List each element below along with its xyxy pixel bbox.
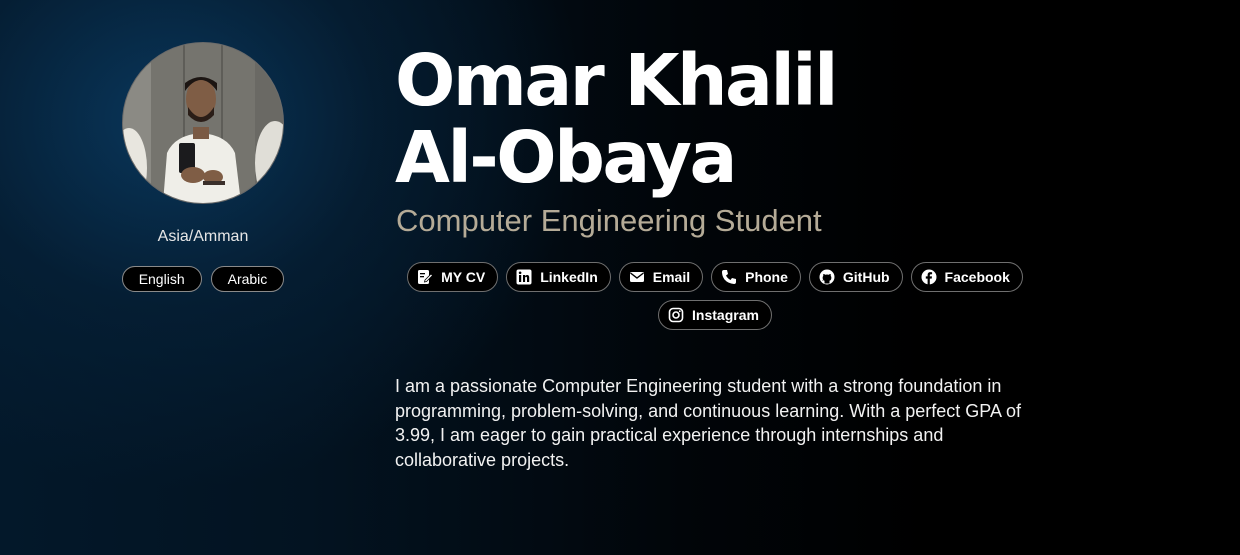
- language-list: English Arabic: [98, 266, 308, 292]
- instagram-button[interactable]: Instagram: [658, 300, 772, 330]
- email-button-label: Email: [652, 269, 691, 285]
- phone-icon: [721, 269, 737, 285]
- profile-sidebar: Asia/Amman English Arabic: [98, 42, 308, 292]
- avatar: [122, 42, 284, 204]
- linkedin-button[interactable]: LinkedIn: [506, 262, 611, 292]
- role-subtitle: Computer Engineering Student: [396, 203, 822, 238]
- email-button[interactable]: Email: [618, 262, 704, 292]
- facebook-button-label: Facebook: [944, 269, 1010, 285]
- language-pill-arabic[interactable]: Arabic: [210, 266, 285, 292]
- github-button-label: GitHub: [842, 269, 890, 285]
- linkedin-icon: [516, 269, 532, 285]
- cv-button-label: MY CV: [441, 269, 486, 285]
- phone-button-label: Phone: [745, 269, 788, 285]
- linkedin-button-label: LinkedIn: [540, 269, 598, 285]
- envelope-icon: [629, 269, 645, 285]
- bio-paragraph: I am a passionate Computer Engineering s…: [395, 376, 1021, 470]
- facebook-button[interactable]: Facebook: [910, 262, 1023, 292]
- github-icon: [819, 269, 835, 285]
- cv-button[interactable]: MY CV: [407, 262, 499, 292]
- timezone-label: Asia/Amman: [157, 228, 249, 245]
- facebook-icon: [921, 269, 937, 285]
- instagram-button-label: Instagram: [692, 307, 759, 323]
- phone-button[interactable]: Phone: [711, 262, 801, 292]
- page-title: Omar Khalil Al-Obaya: [395, 39, 838, 199]
- instagram-icon: [668, 307, 684, 323]
- social-links: MY CV LinkedIn Email Phone GitHub Facebo…: [395, 262, 1035, 330]
- cv-icon: [417, 269, 434, 285]
- language-pill-english[interactable]: English: [121, 266, 202, 292]
- github-button[interactable]: GitHub: [808, 262, 903, 292]
- avatar-photo: [123, 43, 283, 203]
